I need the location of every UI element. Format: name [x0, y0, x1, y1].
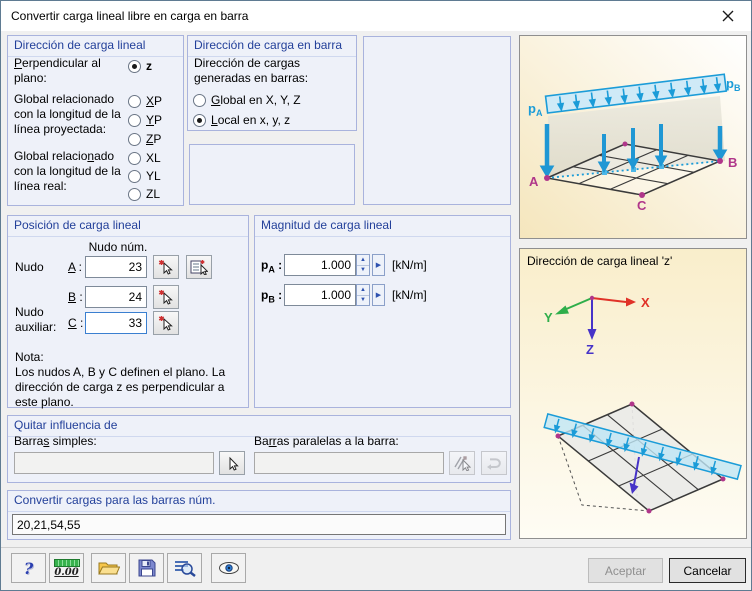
empty-panel-right	[363, 36, 511, 205]
nudo-label: Nudo	[15, 260, 44, 274]
node-b-input[interactable]	[85, 286, 147, 308]
barras-paralelas-label: Barras paralelas a la barra:	[254, 434, 399, 448]
note-title: Nota:	[15, 350, 44, 364]
radio-xl[interactable]: XL	[128, 150, 161, 166]
group-title: Dirección de carga lineal	[8, 36, 183, 57]
save-button[interactable]	[129, 553, 164, 583]
pick-node-c-button[interactable]	[153, 311, 179, 335]
axis-y-label: Y	[544, 310, 553, 325]
note-text: Los nudos A, B y C definen el plano. La …	[15, 365, 226, 409]
bars-list-input[interactable]	[12, 514, 506, 535]
radio-z[interactable]: z	[128, 58, 152, 74]
pick-node-icon	[158, 260, 173, 275]
pick-member-icon	[229, 456, 239, 471]
apply-hook-icon	[487, 457, 501, 470]
radio-z-circle	[128, 59, 141, 73]
dialog-convert-free-linear-load: Convertir carga lineal libre en carga en…	[0, 0, 752, 591]
pick-parallel-icon	[454, 456, 471, 471]
perpendicular-label: Perpendicular al plano:	[14, 56, 101, 85]
direction-preview-panel: Dirección de carga lineal 'z' X Y Z	[519, 248, 747, 539]
radio-zl[interactable]: ZL	[128, 186, 160, 202]
node-a-label: A :	[68, 260, 83, 274]
footer-separator	[1, 547, 751, 548]
group-title: Dirección de carga en barra	[188, 36, 356, 57]
window-title: Convertir carga lineal libre en carga en…	[11, 9, 249, 23]
node-b-tag: B	[728, 155, 737, 170]
pick-node-icon	[158, 316, 173, 331]
direction-illustration: X Y Z	[520, 249, 746, 538]
node-c-input[interactable]	[85, 312, 147, 334]
group-direccion-carga-lineal: Dirección de carga lineal Perpendicular …	[7, 35, 184, 206]
pick-node-a-button[interactable]	[153, 255, 179, 279]
barras-paralelas-input[interactable]	[254, 452, 444, 474]
node-a-tag: A	[529, 174, 539, 189]
group-title: Convertir cargas para las barras núm.	[8, 491, 510, 512]
proyectada-label: Global relacionado con la longitud de la…	[14, 92, 121, 136]
help-icon: ?	[23, 558, 34, 578]
group-title: Posición de carga lineal	[8, 216, 248, 237]
pick-from-list-icon	[190, 260, 208, 275]
pa-label: pA :	[261, 258, 283, 275]
pb-label: pB :	[261, 288, 283, 305]
node-a-input[interactable]	[85, 256, 147, 278]
group-quitar-influencia: Quitar influencia de Barras simples: Bar…	[7, 415, 511, 483]
pb-unit: [kN/m]	[392, 288, 427, 302]
pa-unit: [kN/m]	[392, 258, 427, 272]
pick-node-b-button[interactable]	[153, 285, 179, 309]
generadas-label: Dirección de cargas generadas en barras:	[194, 56, 309, 85]
pa-detail-button[interactable]: ▶	[372, 254, 385, 276]
barras-simples-label: Barras simples:	[14, 434, 97, 448]
close-icon	[722, 10, 734, 22]
units-icon: 0.00	[53, 558, 80, 578]
help-button[interactable]: ?	[11, 553, 46, 583]
group-title: Magnitud de carga lineal	[255, 216, 510, 237]
group-posicion-carga-lineal: Posición de carga lineal Nudo núm. Nudo …	[7, 215, 249, 409]
pa-spinner[interactable]: ▲ ▼	[356, 254, 370, 276]
find-icon	[174, 561, 196, 577]
radio-yp[interactable]: YP	[128, 112, 162, 128]
pb-detail-button[interactable]: ▶	[372, 284, 385, 306]
barras-simples-input[interactable]	[14, 452, 214, 474]
radio-local-xyz[interactable]: Local en x, y, z	[193, 112, 290, 128]
pb-spinner[interactable]: ▲ ▼	[356, 284, 370, 306]
radio-yl[interactable]: YL	[128, 168, 161, 184]
pick-node-icon	[158, 290, 173, 305]
apply-influence-button[interactable]	[481, 451, 507, 475]
node-c-label: C :	[68, 316, 84, 330]
eye-icon	[218, 562, 239, 574]
empty-panel-left	[189, 144, 355, 205]
node-b-label: B :	[68, 290, 83, 304]
pick-line-from-list-button[interactable]	[186, 255, 212, 279]
real-label: Global relacionado con la longitud de la…	[14, 149, 121, 193]
view-button[interactable]	[211, 553, 246, 583]
axis-x-label: X	[641, 295, 650, 310]
close-button[interactable]	[705, 1, 751, 31]
node-c-tag: C	[637, 198, 647, 213]
pb-input[interactable]	[284, 284, 356, 306]
cancel-button[interactable]: Cancelar	[669, 558, 746, 583]
group-magnitud-carga-lineal: Magnitud de carga lineal pA : ▲▼ ▶ [kN/m…	[254, 215, 511, 408]
nudo-num-header: Nudo núm.	[88, 240, 148, 254]
aux-label: Nudo auxiliar:	[15, 305, 57, 334]
load-preview-panel: A B C pA pB	[519, 35, 747, 239]
radio-global-xyz[interactable]: Global en X, Y, Z	[193, 92, 301, 108]
load-preview-illustration: A B C pA pB	[520, 36, 746, 238]
pick-parallel-members-button[interactable]	[449, 451, 475, 475]
group-convertir-cargas: Convertir cargas para las barras núm.	[7, 490, 511, 540]
open-button[interactable]	[91, 553, 126, 583]
direction-panel-title: Dirección de carga lineal 'z'	[527, 254, 673, 268]
units-settings-button[interactable]: 0.00	[49, 553, 84, 583]
pa-input[interactable]	[284, 254, 356, 276]
radio-zp[interactable]: ZP	[128, 131, 161, 147]
axis-z-label: Z	[586, 342, 594, 357]
find-in-list-button[interactable]	[167, 553, 202, 583]
open-folder-icon	[97, 562, 120, 575]
save-floppy-icon	[138, 559, 155, 577]
accept-button[interactable]: Aceptar	[588, 558, 663, 583]
pick-member-button[interactable]	[219, 451, 245, 475]
titlebar: Convertir carga lineal libre en carga en…	[1, 1, 751, 31]
radio-xp[interactable]: XP	[128, 93, 162, 109]
group-direccion-carga-barra: Dirección de carga en barra Dirección de…	[187, 35, 357, 131]
